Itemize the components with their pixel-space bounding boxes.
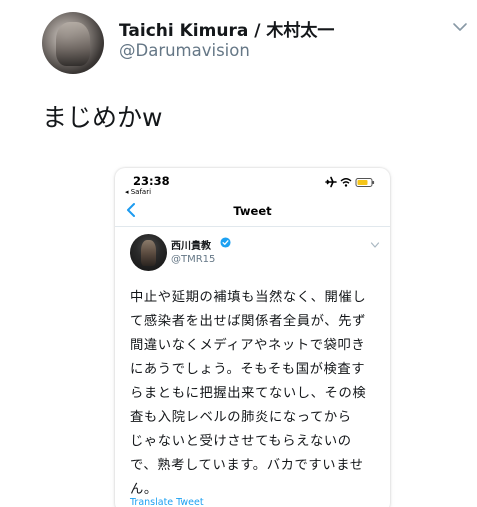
tweet-line: にあうでしょう。そもそも国が検査す	[130, 362, 366, 377]
author-handle[interactable]: @Darumavision	[119, 41, 250, 60]
inner-author-name[interactable]: 西川貴教	[171, 237, 211, 252]
verified-badge-icon	[220, 237, 231, 248]
battery-icon	[355, 178, 375, 187]
tweet-line: 間違いなくメディアやネットで袋叩き	[130, 338, 366, 353]
chevron-down-icon[interactable]	[452, 21, 468, 33]
wifi-icon	[340, 178, 352, 187]
inner-tweet-body: 中止や延期の補填も当然なく、開催し て感染者を出せば関係者全員が、先ず 間違いな…	[130, 286, 382, 502]
tweet-line: て感染者を出せば関係者全員が、先ず	[130, 314, 366, 329]
author-name[interactable]: Taichi Kimura / 木村太一	[119, 16, 334, 41]
translate-tweet-link[interactable]: Translate Tweet	[130, 497, 204, 507]
nav-divider	[115, 226, 390, 227]
inner-author-handle[interactable]: @TMR15	[171, 254, 215, 265]
airplane-icon	[325, 176, 337, 188]
tweet-text: まじめかw	[42, 103, 163, 132]
back-to-safari: ◂ Safari	[125, 188, 152, 196]
author-avatar[interactable]	[42, 12, 104, 74]
status-time: 23:38	[133, 174, 170, 188]
chevron-down-icon[interactable]	[370, 241, 380, 249]
inner-author-avatar[interactable]	[130, 234, 167, 271]
nav-title: Tweet	[233, 204, 272, 218]
status-icons	[325, 176, 375, 188]
tweet-line: じゃないと受けさせてもらえないの	[130, 434, 352, 449]
tweet-line: 中止や延期の補填も当然なく、開催し	[130, 290, 367, 305]
tweet-line: らまともに把握出来てないし、その検	[130, 386, 367, 401]
tweet-line: で、熟考しています。バカですいませ	[130, 458, 364, 473]
tweet-line: 査も入院レベルの肺炎になってから	[130, 410, 352, 425]
embedded-screenshot[interactable]: 23:38 ◂ Safari Tweet 西川貴教 @TMR15 中止や延期の補…	[115, 168, 390, 507]
tweet-page: Taichi Kimura / 木村太一 @Darumavision まじめかw…	[0, 0, 477, 507]
